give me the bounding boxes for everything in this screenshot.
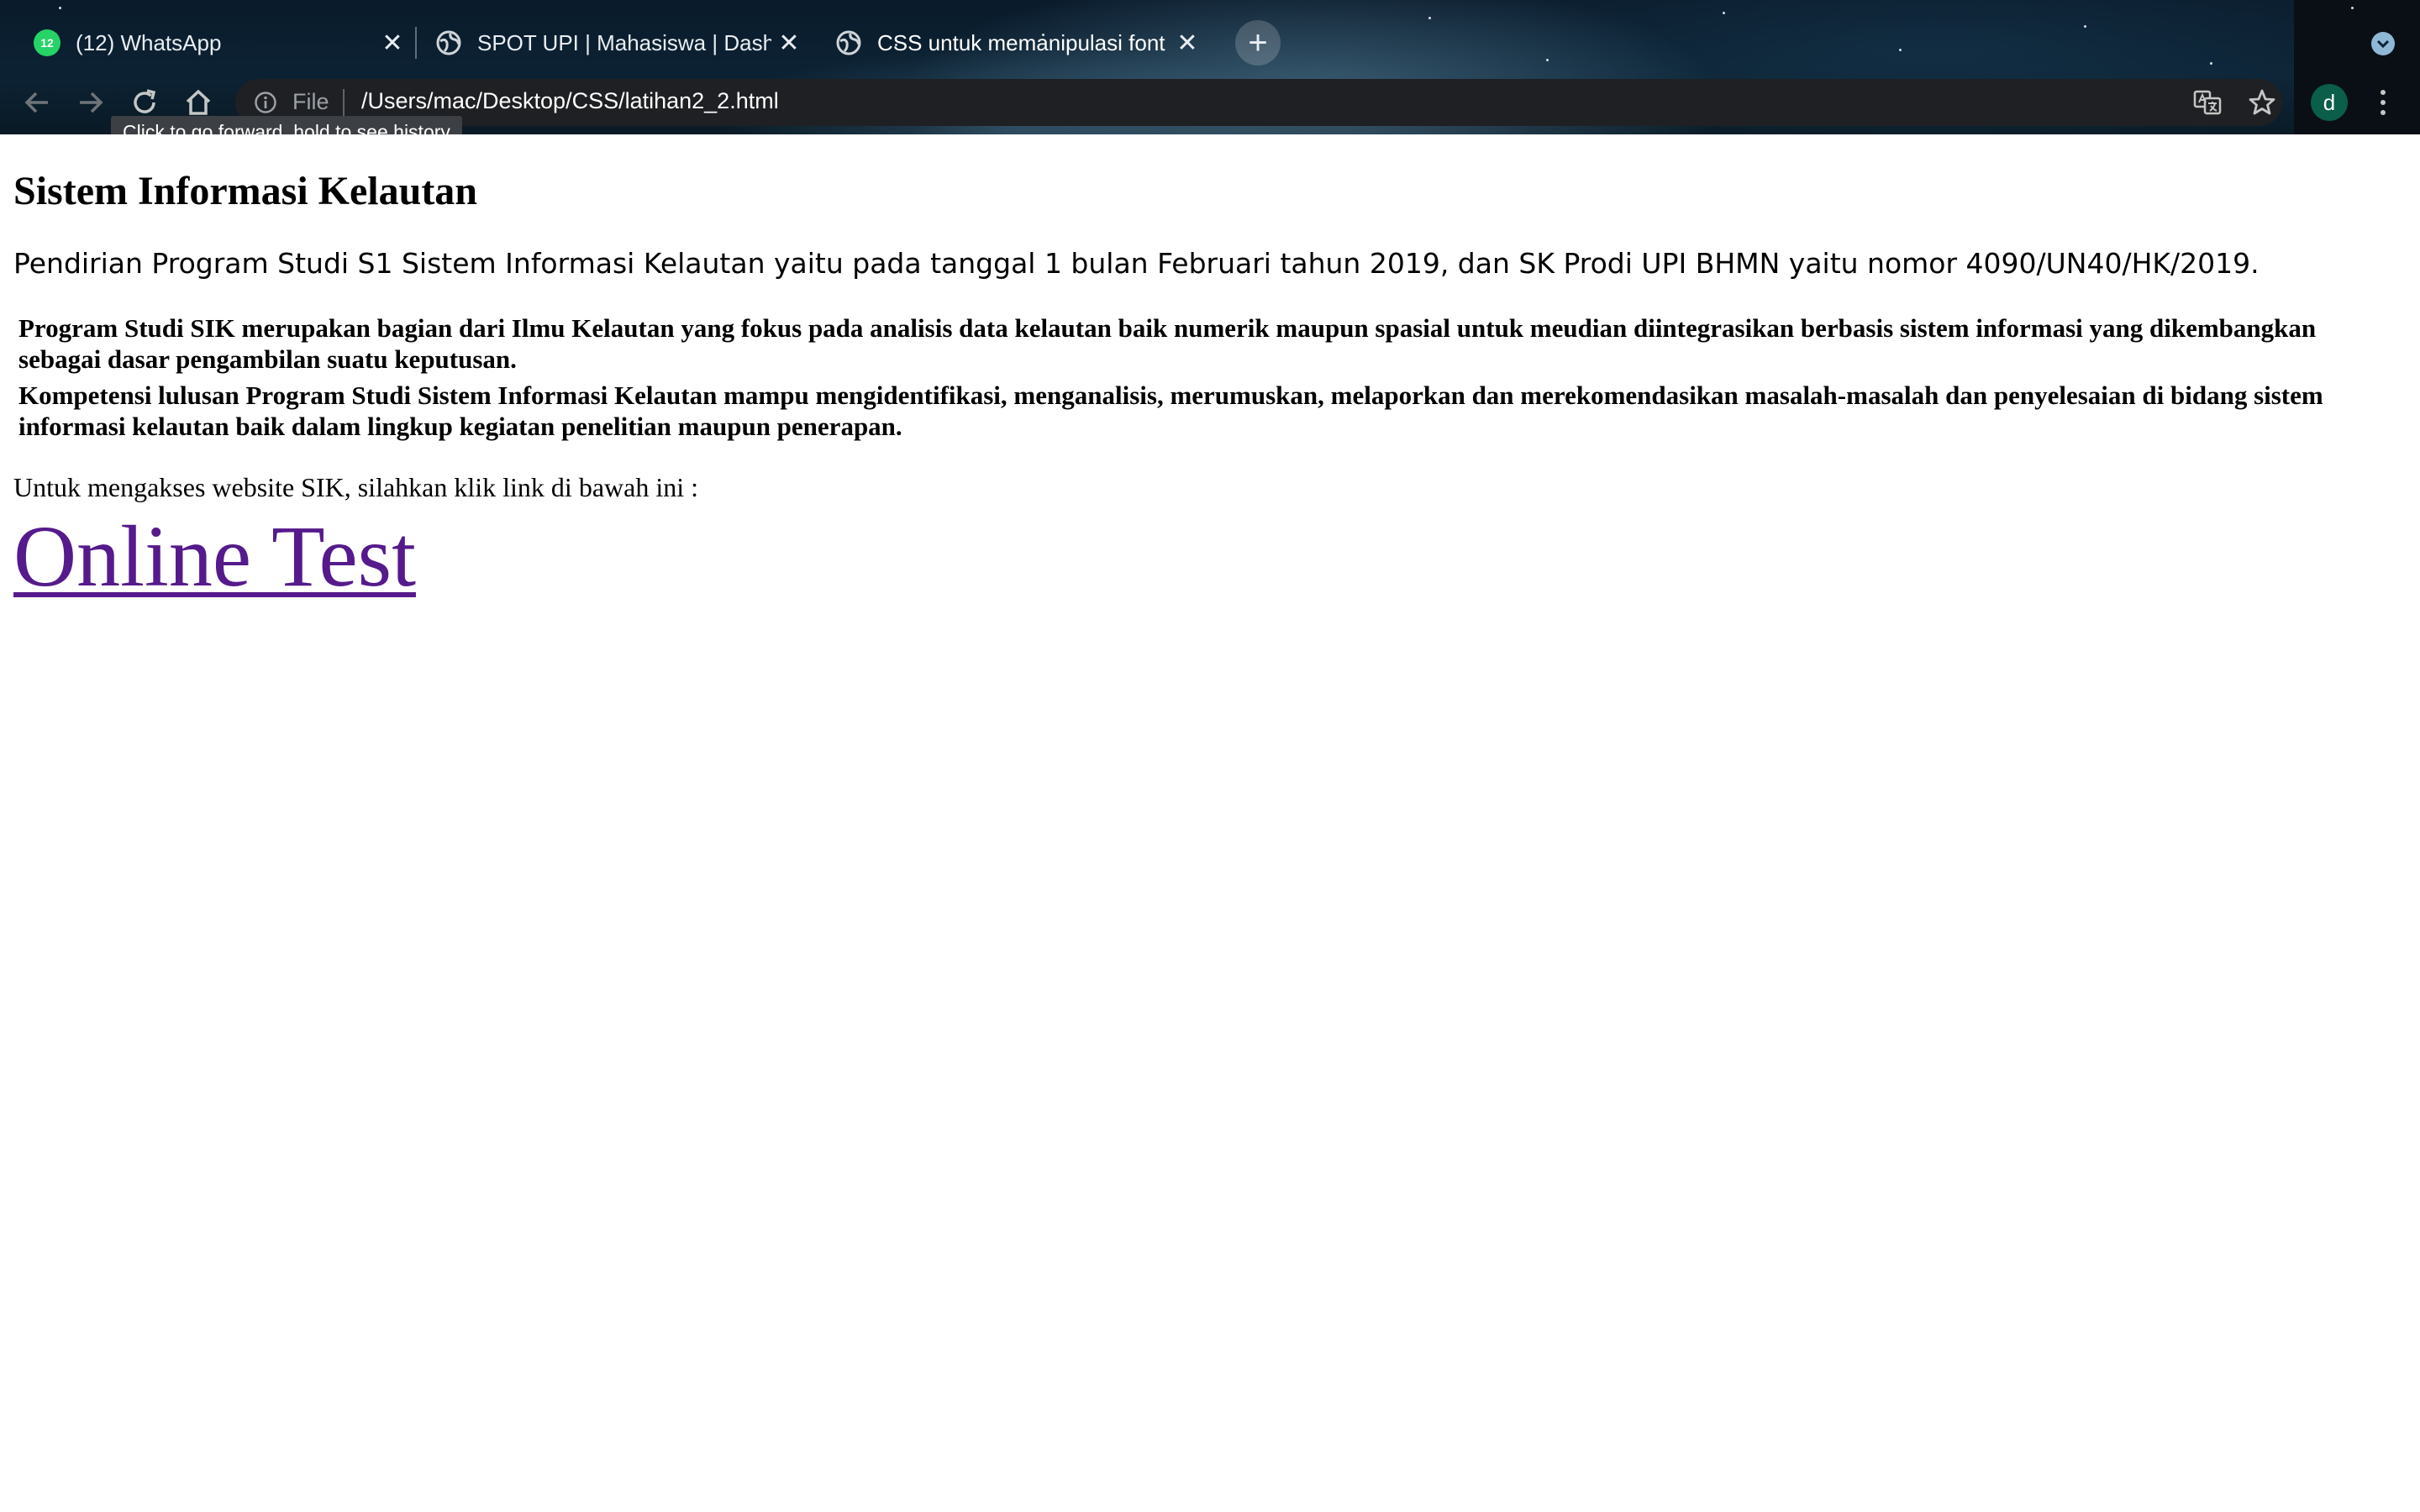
browser-menu-button[interactable]	[2371, 84, 2395, 121]
background-star	[2210, 62, 2212, 65]
background-star	[2084, 25, 2086, 28]
back-button[interactable]	[18, 84, 55, 121]
background-star	[59, 7, 61, 9]
globe-icon	[835, 29, 862, 56]
tab-title: (12) WhatsApp	[76, 29, 222, 55]
online-test-link[interactable]: Online Test	[13, 508, 416, 605]
tab-title: CSS untuk memanipulasi font	[877, 29, 1165, 55]
globe-icon	[435, 29, 462, 56]
tab-spot-upi[interactable]: SPOT UPI | Mahasiswa | Dashb ✕	[435, 15, 805, 71]
intro-paragraph: Pendirian Program Studi S1 Sistem Inform…	[13, 247, 2260, 280]
background-star	[1428, 17, 1431, 19]
tab-whatsapp[interactable]: 12 (12) WhatsApp ✕	[34, 15, 403, 71]
description-block: Program Studi SIK merupakan bagian dari …	[18, 312, 2405, 447]
translate-icon[interactable]	[2193, 89, 2222, 116]
close-tab-icon[interactable]: ✕	[776, 29, 802, 57]
home-icon	[186, 89, 211, 115]
arrow-left-icon	[24, 92, 48, 113]
arrow-right-icon	[80, 92, 103, 113]
bookmark-star-icon[interactable]	[2247, 87, 2277, 118]
browser-chrome: 12 (12) WhatsApp ✕ SPOT UPI | Mahasiswa …	[0, 0, 2420, 134]
close-tab-icon[interactable]: ✕	[380, 29, 405, 57]
tab-separator	[415, 27, 417, 59]
omnibox-divider	[343, 89, 345, 116]
menu-dot	[2381, 100, 2386, 105]
new-tab-button[interactable]: +	[1235, 20, 1281, 66]
background-star	[2351, 7, 2354, 9]
avatar-initial: d	[2323, 89, 2336, 115]
chevron-down-icon	[2376, 39, 2390, 49]
tab-search-button[interactable]	[2371, 32, 2395, 55]
url-text[interactable]: /Users/mac/Desktop/CSS/latihan2_2.html	[361, 88, 779, 114]
background-star	[1546, 59, 1549, 61]
graduate-competency: Kompetensi lulusan Program Studi Sistem …	[18, 381, 2323, 441]
page-content: Sistem Informasi Kelautan Pendirian Prog…	[0, 134, 2420, 1512]
menu-dot	[2381, 90, 2386, 95]
access-instruction: Untuk mengakses website SIK, silahkan kl…	[13, 472, 698, 502]
scheme-label: File	[292, 89, 329, 114]
program-description: Program Studi SIK merupakan bagian dari …	[18, 313, 2317, 374]
window-frame-edge	[2294, 0, 2420, 134]
plus-icon: +	[1248, 24, 1268, 61]
forward-button[interactable]	[72, 84, 109, 121]
whatsapp-icon: 12	[34, 29, 60, 56]
notification-count-badge: 12	[40, 36, 54, 50]
profile-avatar[interactable]: d	[2311, 84, 2348, 121]
menu-dot	[2381, 110, 2386, 115]
background-star	[1899, 49, 1902, 51]
page-heading: Sistem Informasi Kelautan	[13, 169, 477, 213]
tab-css-font[interactable]: CSS untuk memanipulasi font ✕	[835, 15, 1210, 71]
close-tab-icon[interactable]: ✕	[1175, 29, 1200, 57]
background-star	[1723, 12, 1725, 14]
address-bar[interactable]: File /Users/mac/Desktop/CSS/latihan2_2.h…	[235, 79, 2282, 126]
tab-title: SPOT UPI | Mahasiswa | Dashb	[477, 29, 771, 55]
reload-icon	[134, 89, 156, 113]
info-icon[interactable]	[254, 91, 277, 114]
